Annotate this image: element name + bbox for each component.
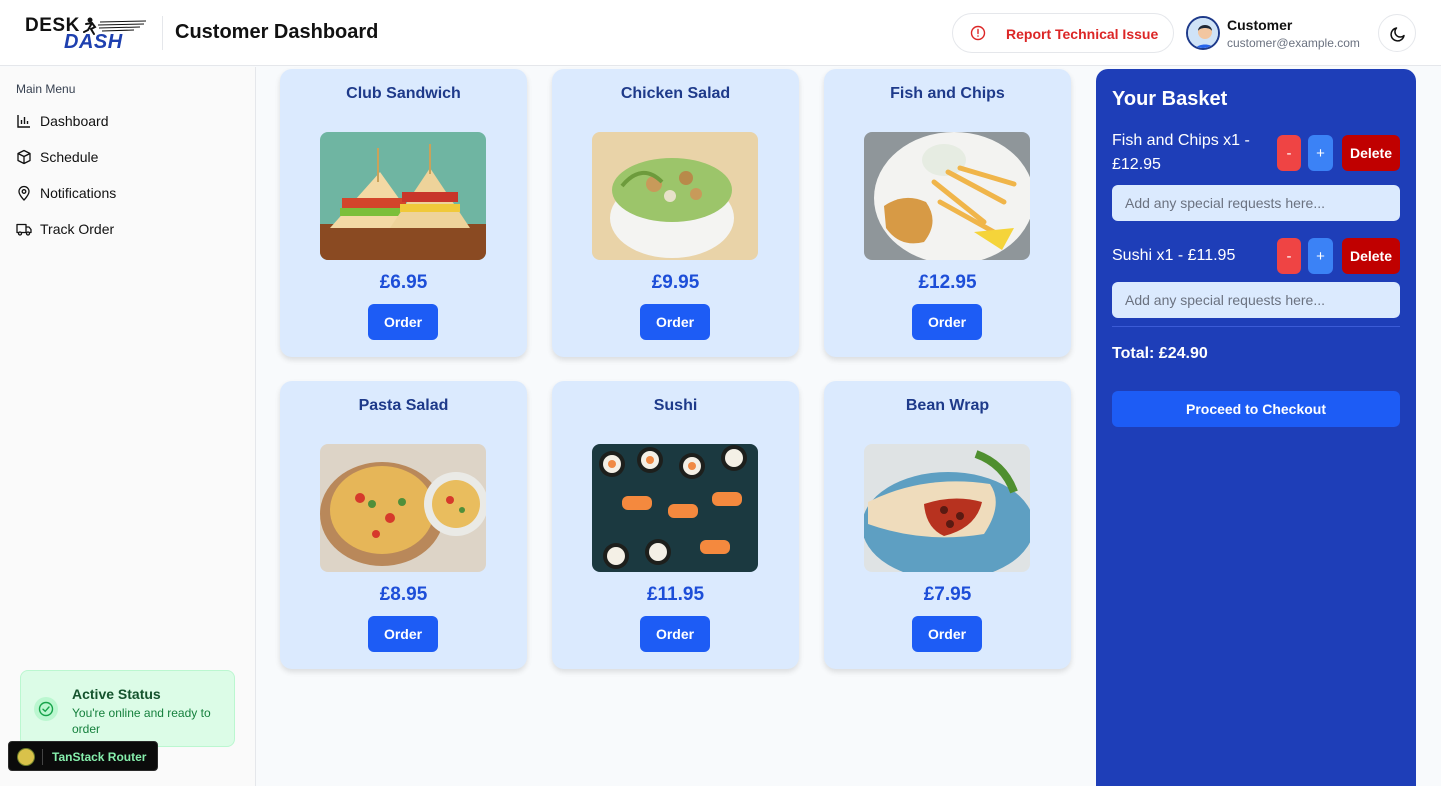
delete-item-button[interactable]: Delete xyxy=(1342,238,1400,274)
basket-item-name: Sushi x1 - £11.95 xyxy=(1112,244,1235,268)
bar-chart-icon xyxy=(17,115,30,128)
food-image xyxy=(320,132,486,260)
basket-item-name: Fish and Chips x1 - £12.95 xyxy=(1112,129,1250,177)
menu-item-name: Fish and Chips xyxy=(890,85,1005,102)
basket-total: Total: £24.90 xyxy=(1112,345,1208,362)
sidebar-heading: Main Menu xyxy=(16,82,76,96)
page-title: Customer Dashboard xyxy=(175,21,379,43)
menu-item-name: Sushi xyxy=(653,397,698,414)
sidebar-item-dashboard[interactable]: Dashboard xyxy=(16,109,109,133)
desk-dash-logo[interactable]: DESK DASH xyxy=(24,14,148,54)
menu-item-price: £12.95 xyxy=(918,272,977,293)
order-button[interactable]: Order xyxy=(640,304,710,340)
basket-panel: Your Basket Fish and Chips x1 - £12.95 -… xyxy=(1096,69,1416,786)
status-title: Active Status xyxy=(72,686,161,702)
special-requests-input[interactable] xyxy=(1112,185,1400,221)
menu-item-price: £6.95 xyxy=(379,272,428,293)
menu-item-name: Club Sandwich xyxy=(346,85,461,102)
decrease-quantity-button[interactable]: - xyxy=(1277,238,1301,274)
report-issue-label: Report Technical Issue xyxy=(1006,26,1159,42)
tanstack-router-devtools-button[interactable]: TanStack Router xyxy=(8,741,158,771)
menu-item-name: Chicken Salad xyxy=(620,85,731,102)
map-pin-icon xyxy=(18,185,30,201)
sidebar-item-track-order[interactable]: Track Order xyxy=(16,217,114,241)
decrease-quantity-button[interactable]: - xyxy=(1277,135,1301,171)
food-image xyxy=(592,444,758,572)
menu-item-name: Bean Wrap xyxy=(905,397,990,414)
menu-card-fish-and-chips: Fish and Chips £12.95 Order xyxy=(824,69,1071,357)
food-image xyxy=(592,132,758,260)
logo-text-bottom: DASH xyxy=(64,31,123,53)
checkout-button[interactable]: Proceed to Checkout xyxy=(1112,391,1400,427)
sidebar-item-notifications[interactable]: Notifications xyxy=(16,181,116,205)
menu-card-chicken-salad: Chicken Salad £9.95 Order xyxy=(552,69,799,357)
increase-quantity-button[interactable]: + xyxy=(1308,135,1333,171)
sidebar: Main Menu Dashboard Schedule Notificatio… xyxy=(0,67,256,786)
tanstack-logo-icon xyxy=(17,748,35,766)
status-subtitle: You're online and ready to order xyxy=(72,706,211,736)
box-icon xyxy=(17,149,31,165)
header-divider xyxy=(162,16,163,50)
active-status-card: Active Status You're online and ready to… xyxy=(20,670,235,747)
menu-card-pasta-salad: Pasta Salad £8.95 Order xyxy=(280,381,527,669)
devtools-label: TanStack Router xyxy=(52,750,147,764)
order-button[interactable]: Order xyxy=(368,616,438,652)
user-avatar-icon xyxy=(1188,18,1218,48)
sidebar-item-label: Schedule xyxy=(40,149,99,165)
basket-item-line: Sushi x1 - £11.95 xyxy=(1112,247,1236,264)
order-button[interactable]: Order xyxy=(912,304,982,340)
theme-toggle-button[interactable] xyxy=(1378,14,1416,52)
food-image xyxy=(320,444,486,572)
check-circle-icon xyxy=(34,697,58,721)
order-button[interactable]: Order xyxy=(368,304,438,340)
basket-divider xyxy=(1112,326,1400,327)
order-button[interactable]: Order xyxy=(912,616,982,652)
increase-quantity-button[interactable]: + xyxy=(1308,238,1333,274)
menu-card-sushi: Sushi £11.95 Order xyxy=(552,381,799,669)
user-name: Customer xyxy=(1227,17,1293,33)
sidebar-item-label: Track Order xyxy=(40,221,115,237)
top-header: DESK DASH Customer Dashboard Report Tech… xyxy=(0,0,1441,66)
special-requests-input[interactable] xyxy=(1112,282,1400,318)
menu-item-price: £8.95 xyxy=(379,584,428,605)
menu-item-price: £7.95 xyxy=(923,584,972,605)
food-image xyxy=(864,444,1030,572)
sidebar-item-schedule[interactable]: Schedule xyxy=(16,145,98,169)
basket-item-line: £12.95 xyxy=(1112,156,1161,173)
menu-item-price: £9.95 xyxy=(651,272,700,293)
order-button[interactable]: Order xyxy=(640,616,710,652)
moon-icon xyxy=(1390,27,1405,42)
food-image xyxy=(864,132,1030,260)
delete-item-button[interactable]: Delete xyxy=(1342,135,1400,171)
menu-card-bean-wrap: Bean Wrap £7.95 Order xyxy=(824,381,1071,669)
menu-card-club-sandwich: Club Sandwich £6.95 Order xyxy=(280,69,527,357)
basket-title: Your Basket xyxy=(1112,88,1228,110)
alert-circle-icon xyxy=(970,25,986,41)
sidebar-item-label: Dashboard xyxy=(40,113,109,129)
avatar[interactable] xyxy=(1186,16,1220,50)
devtools-divider xyxy=(42,749,43,765)
truck-icon xyxy=(16,223,32,236)
sidebar-item-label: Notifications xyxy=(40,185,117,201)
user-email: customer@example.com xyxy=(1227,36,1360,50)
menu-item-name: Pasta Salad xyxy=(358,397,449,414)
menu-item-price: £11.95 xyxy=(646,584,705,605)
basket-item-line: Fish and Chips x1 - xyxy=(1112,132,1250,149)
report-issue-button[interactable]: Report Technical Issue xyxy=(952,13,1174,53)
